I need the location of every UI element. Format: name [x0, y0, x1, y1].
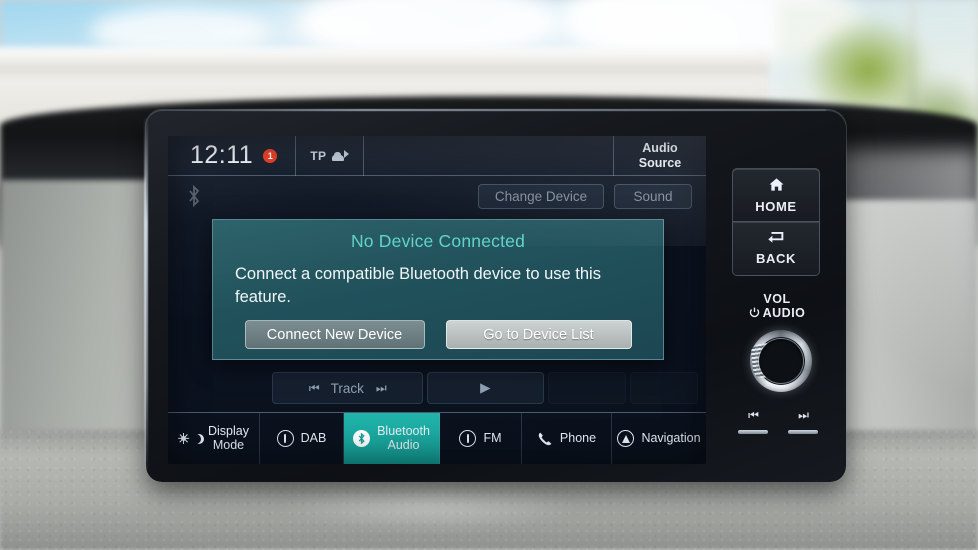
audio-source-line2: Source — [638, 155, 682, 170]
volume-audio-label: VOL AUDIO — [722, 292, 832, 322]
transport-extra-button-1[interactable] — [548, 372, 626, 404]
no-device-connected-dialog: No Device Connected Connect a compatible… — [212, 219, 664, 360]
play-button[interactable]: ▶ — [426, 372, 545, 404]
tab-dab[interactable]: DAB — [260, 413, 344, 464]
back-button[interactable]: BACK — [732, 222, 820, 276]
volume-audio-control: VOL AUDIO — [722, 292, 832, 392]
tp-indicator[interactable]: TP — [296, 136, 362, 176]
tab-phone-label: Phone — [559, 430, 597, 445]
volume-knob[interactable] — [749, 330, 812, 392]
tab-navigation[interactable]: Navigation — [612, 413, 706, 464]
back-arrow-icon — [766, 231, 786, 249]
vol-line2: AUDIO — [762, 306, 806, 321]
go-to-device-list-button[interactable]: Go to Device List — [445, 320, 632, 349]
tab-navigation-label: Navigation — [641, 430, 701, 445]
bezel-highlight — [144, 118, 148, 470]
transport-extra-button-2[interactable] — [629, 372, 698, 404]
status-divider — [362, 136, 364, 176]
clock-cell: 12:11 1 — [168, 136, 295, 176]
previous-track-icon: ⏮ — [748, 408, 759, 422]
previous-track-icon[interactable]: ⏮ — [309, 381, 320, 396]
tab-dab-label: DAB — [300, 430, 327, 445]
tab-bluetooth-audio[interactable]: Bluetooth Audio — [344, 413, 440, 464]
track-label: Track — [330, 380, 364, 396]
dialog-actions: Connect New Device Go to Device List — [213, 320, 663, 349]
tab-fm-label: FM — [483, 430, 502, 445]
hard-button-panel: HOME BACK VOL AUDIO ⏮ ⏭ — [722, 132, 832, 468]
tab-phone[interactable]: Phone — [522, 413, 612, 464]
sub-toolbar: Change Device Sound — [168, 177, 706, 215]
clock: 12:11 — [190, 141, 254, 169]
dialog-message: Connect a compatible Bluetooth device to… — [235, 265, 601, 307]
bluetooth-icon — [186, 184, 202, 208]
sound-button[interactable]: Sound — [614, 183, 692, 209]
next-track-hard-button[interactable]: ⏭ — [788, 408, 818, 434]
infotainment-head-unit: 12:11 1 TP Audio Source Change Device So… — [144, 109, 846, 482]
button-bar — [788, 430, 818, 434]
home-button-label: HOME — [755, 198, 797, 214]
audio-source-button[interactable]: Audio Source — [614, 136, 706, 176]
tab-bluetooth-label: Bluetooth Audio — [377, 423, 430, 453]
building-roof — [0, 48, 770, 74]
tab-label-line2: Audio — [387, 437, 420, 452]
sun-moon-icon — [178, 433, 201, 444]
knob-knurling — [749, 342, 773, 380]
tab-fm[interactable]: FM — [440, 413, 522, 464]
power-icon — [749, 307, 760, 321]
audio-source-line1: Audio — [642, 141, 678, 156]
back-button-label: BACK — [756, 251, 796, 266]
radio-antenna-icon — [276, 430, 294, 447]
radio-antenna-icon — [459, 430, 477, 447]
phone-handset-icon — [537, 431, 553, 447]
lcd-screen: 12:11 1 TP Audio Source Change Device So… — [168, 136, 706, 464]
source-tab-bar: Display Mode DAB Bluetooth Audio FM Phon… — [168, 412, 706, 464]
bluetooth-icon — [353, 430, 371, 447]
bezel-highlight — [166, 109, 826, 111]
tab-display-mode[interactable]: Display Mode — [168, 413, 260, 464]
track-control-group[interactable]: ⏮ Track ⏭ — [272, 372, 423, 404]
notification-badge[interactable]: 1 — [263, 148, 278, 163]
change-device-button[interactable]: Change Device — [478, 183, 604, 209]
status-bar: 12:11 1 TP Audio Source — [168, 136, 706, 176]
traffic-car-icon — [331, 150, 349, 161]
skip-button-row: ⏮ ⏭ — [728, 408, 828, 434]
next-track-icon: ⏭ — [798, 408, 809, 422]
home-button[interactable]: HOME — [732, 168, 820, 222]
connect-new-device-button[interactable]: Connect New Device — [244, 320, 425, 349]
vol-line1: VOL — [763, 292, 791, 306]
button-bar — [738, 430, 768, 434]
dialog-title: No Device Connected — [350, 231, 526, 251]
tab-display-mode-label: Display Mode — [208, 423, 249, 453]
media-transport-bar: ⏮ Track ⏭ ▶ — [168, 368, 706, 408]
home-icon — [768, 177, 785, 197]
tab-label-line2: Mode — [212, 437, 245, 452]
tab-label-line1: Bluetooth — [377, 423, 430, 438]
next-track-icon[interactable]: ⏭ — [376, 381, 387, 396]
previous-track-hard-button[interactable]: ⏮ — [738, 408, 768, 434]
compass-icon — [617, 430, 635, 447]
tab-label-line1: Display — [208, 423, 249, 438]
tp-label: TP — [310, 148, 327, 163]
